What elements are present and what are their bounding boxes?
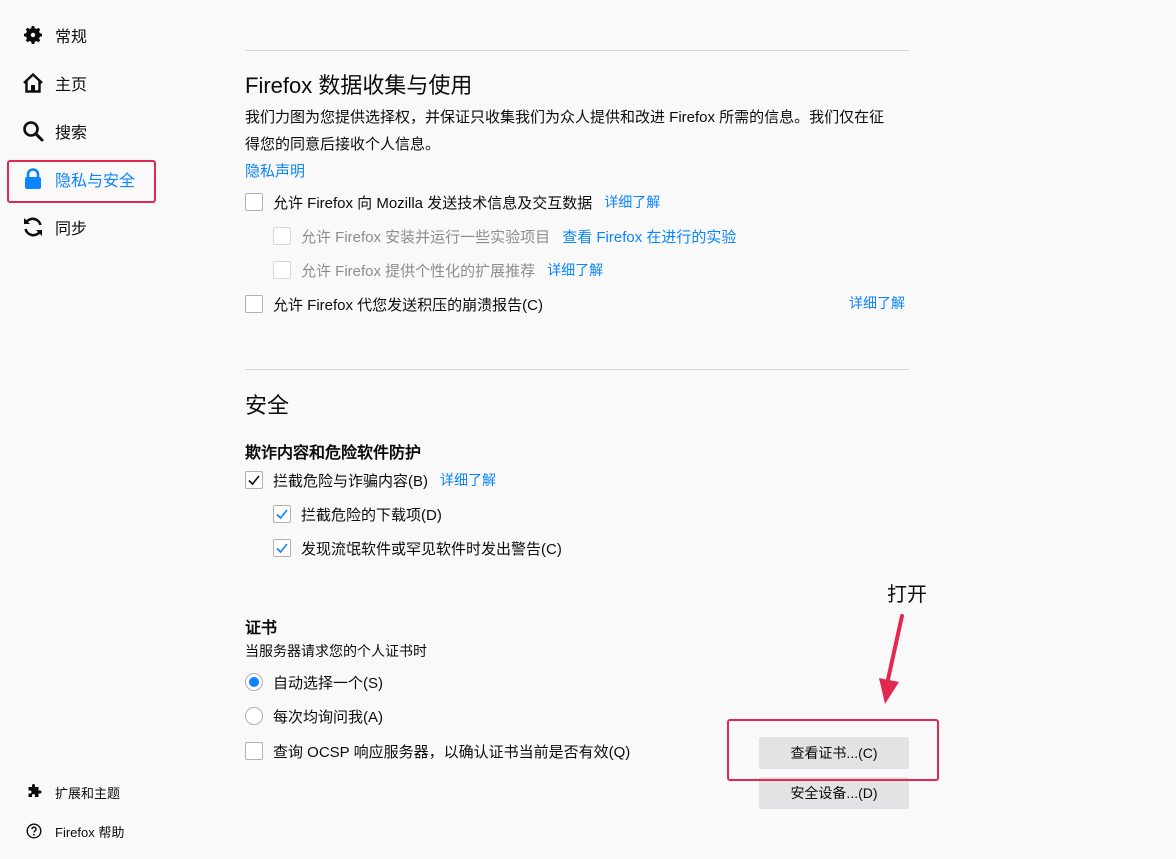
- tech-data-option: 允许 Firefox 向 Mozilla 发送技术信息及交互数据 详细了解: [245, 191, 660, 213]
- block-downloads-label: 拦截危险的下载项(D): [301, 506, 442, 524]
- sidebar-item-label: 主页: [55, 77, 88, 94]
- sidebar-item-label: 搜索: [55, 125, 88, 142]
- annotation-label: 打开: [887, 584, 927, 606]
- extension-recommend-checkbox[interactable]: [273, 261, 291, 279]
- cert-auto-select-label: 自动选择一个(S): [273, 674, 383, 692]
- view-studies-link[interactable]: 查看 Firefox 在进行的实验: [562, 226, 736, 247]
- warn-unwanted-label: 发现流氓软件或罕见软件时发出警告(C): [301, 540, 562, 558]
- cert-ask-radio[interactable]: [245, 707, 263, 725]
- cert-auto-select-radio[interactable]: [245, 673, 263, 691]
- data-collection-desc-line2: 得您的同意后接收个人信息。: [245, 136, 441, 153]
- section-divider: [245, 369, 909, 370]
- certificates-desc: 当服务器请求您的个人证书时: [245, 643, 427, 659]
- certificates-header: 证书: [245, 620, 278, 637]
- studies-checkbox[interactable]: [273, 227, 291, 245]
- sidebar-item-sync[interactable]: 同步: [20, 212, 87, 242]
- block-dangerous-learn-more-link[interactable]: 详细了解: [440, 470, 496, 490]
- gear-icon: [20, 22, 46, 48]
- ocsp-label: 查询 OCSP 响应服务器，以确认证书当前是否有效(Q): [273, 743, 631, 761]
- sidebar-highlight-annotation: [7, 160, 156, 203]
- extension-learn-more-link[interactable]: 详细了解: [547, 260, 603, 280]
- help-icon: [26, 823, 42, 839]
- crash-reports-checkbox[interactable]: [245, 295, 263, 313]
- security-devices-button[interactable]: 安全设备...(D): [759, 777, 909, 809]
- tech-data-learn-more-link[interactable]: 详细了解: [604, 192, 660, 212]
- view-certificates-highlight-annotation: [727, 719, 939, 781]
- block-downloads-checkbox[interactable]: [273, 505, 291, 523]
- warn-unwanted-checkbox[interactable]: [273, 539, 291, 557]
- tech-data-label: 允许 Firefox 向 Mozilla 发送技术信息及交互数据: [273, 194, 593, 212]
- extension-recommend-option: 允许 Firefox 提供个性化的扩展推荐 详细了解: [273, 259, 603, 281]
- cert-auto-select-option: 自动选择一个(S): [245, 671, 383, 693]
- checkmark-icon: [248, 475, 260, 486]
- block-dangerous-label: 拦截危险与诈骗内容(B): [273, 472, 428, 490]
- block-dangerous-option: 拦截危险与诈骗内容(B) 详细了解: [245, 469, 496, 491]
- sidebar-item-general[interactable]: 常规: [20, 20, 87, 50]
- puzzle-icon: [26, 784, 42, 800]
- checkmark-icon: [276, 509, 288, 520]
- checkmark-icon: [276, 543, 288, 554]
- tech-data-checkbox[interactable]: [245, 193, 263, 211]
- sidebar-footer-help[interactable]: Firefox 帮助: [26, 821, 124, 841]
- extension-recommend-label: 允许 Firefox 提供个性化的扩展推荐: [301, 262, 536, 280]
- sidebar-footer-label: Firefox 帮助: [55, 824, 125, 840]
- studies-label: 允许 Firefox 安装并运行一些实验项目: [301, 228, 551, 246]
- studies-option: 允许 Firefox 安装并运行一些实验项目 查看 Firefox 在进行的实验: [273, 225, 736, 247]
- data-collection-desc-line1: 我们力图为您提供选择权，并保证只收集我们为众人提供和改进 Firefox 所需的…: [245, 109, 885, 126]
- block-downloads-option: 拦截危险的下载项(D): [273, 503, 442, 525]
- phishing-protection-header: 欺诈内容和危险软件防护: [245, 445, 422, 462]
- block-dangerous-checkbox[interactable]: [245, 471, 263, 489]
- cert-ask-option: 每次均询问我(A): [245, 705, 383, 727]
- sidebar-item-label: 同步: [55, 221, 88, 238]
- crash-reports-option: 允许 Firefox 代您发送积压的崩溃报告(C): [245, 293, 543, 315]
- warn-unwanted-option: 发现流氓软件或罕见软件时发出警告(C): [273, 537, 562, 559]
- data-collection-title: Firefox 数据收集与使用: [245, 73, 473, 98]
- sidebar-item-label: 常规: [55, 29, 88, 46]
- ocsp-checkbox[interactable]: [245, 742, 263, 760]
- security-title: 安全: [245, 393, 290, 418]
- section-divider: [245, 50, 909, 51]
- search-icon: [20, 118, 46, 144]
- sidebar-footer-addons[interactable]: 扩展和主题: [26, 782, 120, 802]
- sidebar-item-search[interactable]: 搜索: [20, 116, 87, 146]
- annotation-arrow-icon: [879, 614, 904, 704]
- crash-reports-learn-more-link[interactable]: 详细了解: [849, 290, 905, 317]
- sync-icon: [20, 214, 46, 240]
- crash-reports-label: 允许 Firefox 代您发送积压的崩溃报告(C): [273, 296, 544, 314]
- home-icon: [20, 70, 46, 96]
- sidebar-item-home[interactable]: 主页: [20, 68, 87, 98]
- cert-ask-label: 每次均询问我(A): [273, 708, 383, 726]
- ocsp-option: 查询 OCSP 响应服务器，以确认证书当前是否有效(Q): [245, 740, 630, 762]
- privacy-notice-link[interactable]: 隐私声明: [245, 158, 305, 185]
- sidebar-footer-label: 扩展和主题: [55, 785, 121, 801]
